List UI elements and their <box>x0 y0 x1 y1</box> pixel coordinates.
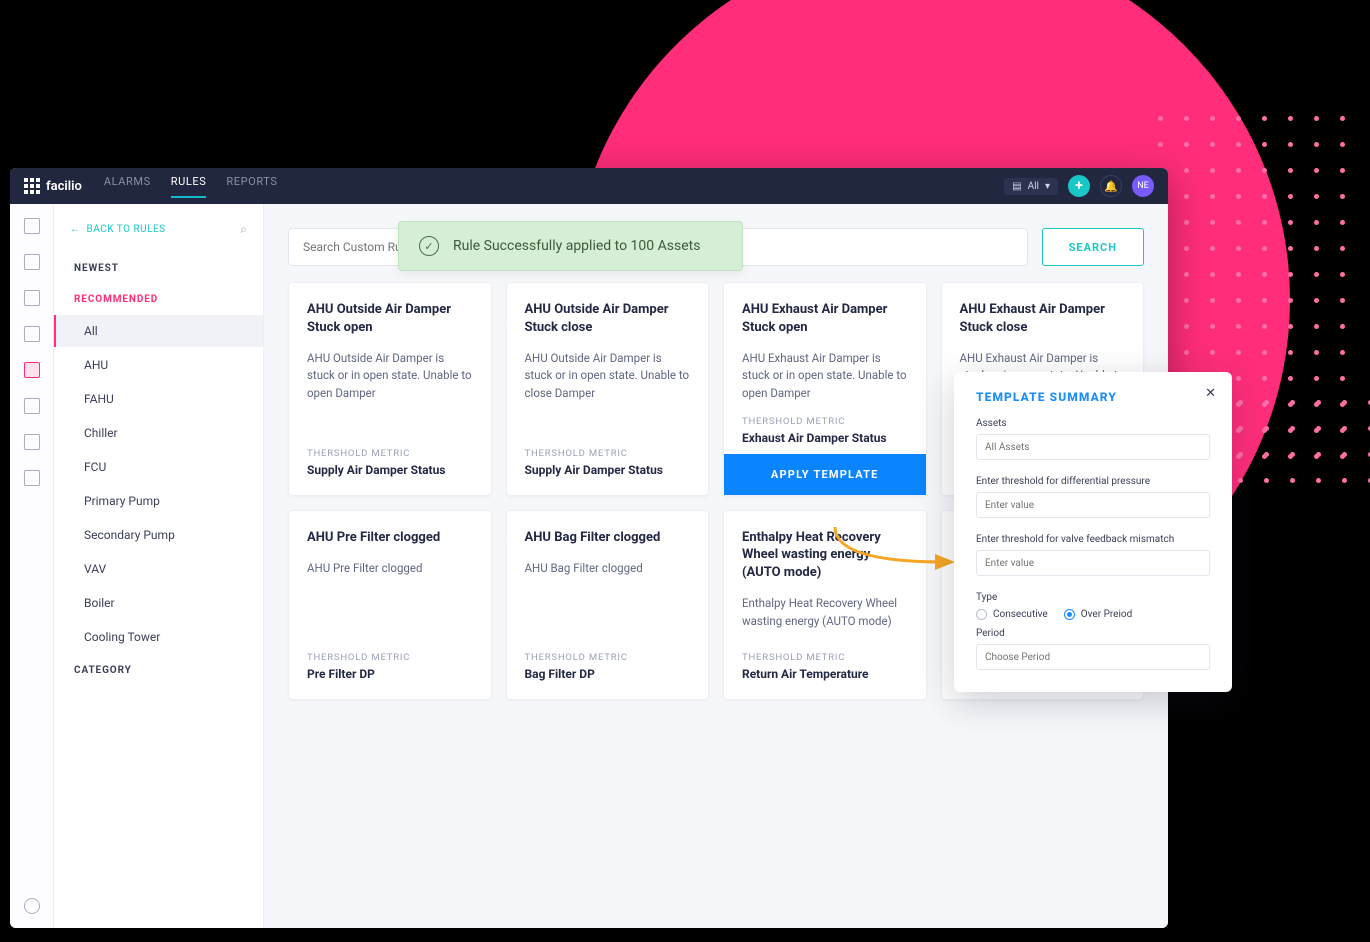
rail-flask-icon[interactable] <box>24 290 40 306</box>
threshold2-label: Enter threshold for valve feedback misma… <box>976 534 1210 545</box>
bell-icon[interactable]: 🔔 <box>1100 175 1122 197</box>
sidebar-heading-newest: NEWEST <box>54 253 263 284</box>
avatar[interactable]: NE <box>1132 175 1154 197</box>
assets-input[interactable] <box>976 434 1210 460</box>
rail-clipboard-icon[interactable] <box>24 434 40 450</box>
sidebar-item-primary-pump[interactable]: Primary Pump <box>54 485 263 517</box>
search-button[interactable]: SEARCH <box>1042 228 1144 266</box>
check-icon: ✓ <box>419 236 439 256</box>
type-radios: Consecutive Over Preiod <box>976 609 1210 620</box>
close-icon[interactable]: ✕ <box>1205 386 1216 401</box>
card-title: AHU Bag Filter clogged <box>525 529 691 547</box>
back-to-rules-link[interactable]: ← BACK TO RULES <box>70 224 166 235</box>
card-title: AHU Outside Air Damper Stuck open <box>307 301 473 336</box>
threshold-metric: Supply Air Damper Status <box>307 463 473 477</box>
brand-grid-icon <box>24 178 40 194</box>
apply-template-button[interactable]: APPLY TEMPLATE <box>724 454 926 495</box>
card-desc: AHU Exhaust Air Damper is stuck or in op… <box>742 350 908 402</box>
toast-text: Rule Successfully applied to 100 Assets <box>453 238 700 254</box>
threshold1-label: Enter threshold for differential pressur… <box>976 476 1210 487</box>
rail-building-icon[interactable] <box>24 218 40 234</box>
popup-title: TEMPLATE SUMMARY <box>976 390 1210 404</box>
sidebar-item-boiler[interactable]: Boiler <box>54 587 263 619</box>
search-icon[interactable]: ⌕ <box>240 222 247 237</box>
nav-alarms[interactable]: ALARMS <box>104 175 151 198</box>
rule-card[interactable]: AHU Outside Air Damper Stuck open AHU Out… <box>288 282 492 496</box>
card-desc: AHU Pre Filter clogged <box>307 560 473 577</box>
assets-label: Assets <box>976 418 1210 429</box>
sidebar-item-cooling-tower[interactable]: Cooling Tower <box>54 621 263 653</box>
threshold-metric: Bag Filter DP <box>525 667 691 681</box>
sidebar-item-all[interactable]: All <box>54 315 263 347</box>
add-button[interactable]: + <box>1068 175 1090 197</box>
threshold-metric: Return Air Temperature <box>742 667 908 681</box>
period-label: Period <box>976 628 1210 639</box>
rail-report-icon[interactable] <box>24 398 40 414</box>
threshold-label: THERSHOLD METRIC <box>525 652 691 663</box>
rail-settings-icon[interactable] <box>24 898 40 914</box>
nav-rules[interactable]: RULES <box>171 175 207 198</box>
chevron-down-icon: ▾ <box>1045 181 1050 192</box>
threshold1-input[interactable] <box>976 492 1210 518</box>
icon-rail <box>10 204 54 928</box>
threshold-label: THERSHOLD METRIC <box>742 416 908 427</box>
radio-over-period[interactable]: Over Preiod <box>1064 609 1133 620</box>
card-title: Enthalpy Heat Recovery Wheel wasting ene… <box>742 529 908 582</box>
threshold2-input[interactable] <box>976 550 1210 576</box>
threshold-label: THERSHOLD METRIC <box>525 448 691 459</box>
rule-card[interactable]: AHU Bag Filter clogged AHU Bag Filter clo… <box>506 510 710 700</box>
type-label: Type <box>976 592 1210 603</box>
sidebar-items: AllAHUFAHUChillerFCUPrimary PumpSecondar… <box>54 315 263 653</box>
sidebar-item-vav[interactable]: VAV <box>54 553 263 585</box>
rule-card[interactable]: AHU Exhaust Air Damper Stuck open AHU Exh… <box>723 282 927 496</box>
threshold-label: THERSHOLD METRIC <box>307 652 473 663</box>
brand[interactable]: facilio <box>24 178 82 194</box>
sidebar-item-chiller[interactable]: Chiller <box>54 417 263 449</box>
scope-dropdown[interactable]: ▤ All ▾ <box>1004 178 1058 195</box>
threshold-metric: Pre Filter DP <box>307 667 473 681</box>
sidebar-item-secondary-pump[interactable]: Secondary Pump <box>54 519 263 551</box>
rule-card[interactable]: AHU Pre Filter clogged AHU Pre Filter clo… <box>288 510 492 700</box>
sidebar-item-fcu[interactable]: FCU <box>54 451 263 483</box>
rule-card[interactable]: AHU Outside Air Damper Stuck close AHU Ou… <box>506 282 710 496</box>
threshold-metric: Exhaust Air Damper Status <box>742 431 908 445</box>
card-desc: AHU Outside Air Damper is stuck or in op… <box>307 350 473 402</box>
rail-chart-icon[interactable] <box>24 326 40 342</box>
success-toast: ✓ Rule Successfully applied to 100 Asset… <box>398 221 743 271</box>
card-title: AHU Exhaust Air Damper Stuck close <box>960 301 1126 336</box>
rail-alarm-icon[interactable] <box>24 362 40 378</box>
radio-consecutive[interactable]: Consecutive <box>976 609 1048 620</box>
card-desc: Enthalpy Heat Recovery Wheel wasting ene… <box>742 595 908 630</box>
template-summary-popup: ✕ TEMPLATE SUMMARY Assets Enter threshol… <box>954 372 1232 692</box>
card-desc: AHU Outside Air Damper is stuck or in op… <box>525 350 691 402</box>
rail-id-icon[interactable] <box>24 470 40 486</box>
threshold-label: THERSHOLD METRIC <box>307 448 473 459</box>
scope-label: All <box>1028 181 1039 192</box>
card-title: AHU Pre Filter clogged <box>307 529 473 547</box>
card-title: AHU Exhaust Air Damper Stuck open <box>742 301 908 336</box>
top-nav: ALARMS RULES REPORTS <box>104 175 278 198</box>
topbar: facilio ALARMS RULES REPORTS ▤ All ▾ + 🔔… <box>10 168 1168 204</box>
sidebar: ← BACK TO RULES ⌕ NEWEST RECOMMENDED All… <box>54 204 264 928</box>
card-title: AHU Outside Air Damper Stuck close <box>525 301 691 336</box>
rail-briefcase-icon[interactable] <box>24 254 40 270</box>
sidebar-item-ahu[interactable]: AHU <box>54 349 263 381</box>
rule-card[interactable]: Enthalpy Heat Recovery Wheel wasting ene… <box>723 510 927 700</box>
back-label: BACK TO RULES <box>87 224 166 235</box>
sidebar-heading-category: CATEGORY <box>54 655 263 686</box>
scope-icon: ▤ <box>1012 181 1021 192</box>
threshold-label: THERSHOLD METRIC <box>742 652 908 663</box>
radio-over-period-label: Over Preiod <box>1081 609 1133 620</box>
nav-reports[interactable]: REPORTS <box>226 175 277 198</box>
period-select[interactable] <box>976 644 1210 670</box>
topbar-right: ▤ All ▾ + 🔔 NE <box>1004 175 1154 197</box>
sidebar-heading-recommended: RECOMMENDED <box>54 284 263 315</box>
threshold-metric: Supply Air Damper Status <box>525 463 691 477</box>
sidebar-item-fahu[interactable]: FAHU <box>54 383 263 415</box>
radio-consecutive-label: Consecutive <box>993 609 1048 620</box>
brand-name: facilio <box>46 179 82 194</box>
search-row: SEARCH ✓ Rule Successfully applied to 10… <box>288 228 1144 266</box>
card-desc: AHU Bag Filter clogged <box>525 560 691 577</box>
